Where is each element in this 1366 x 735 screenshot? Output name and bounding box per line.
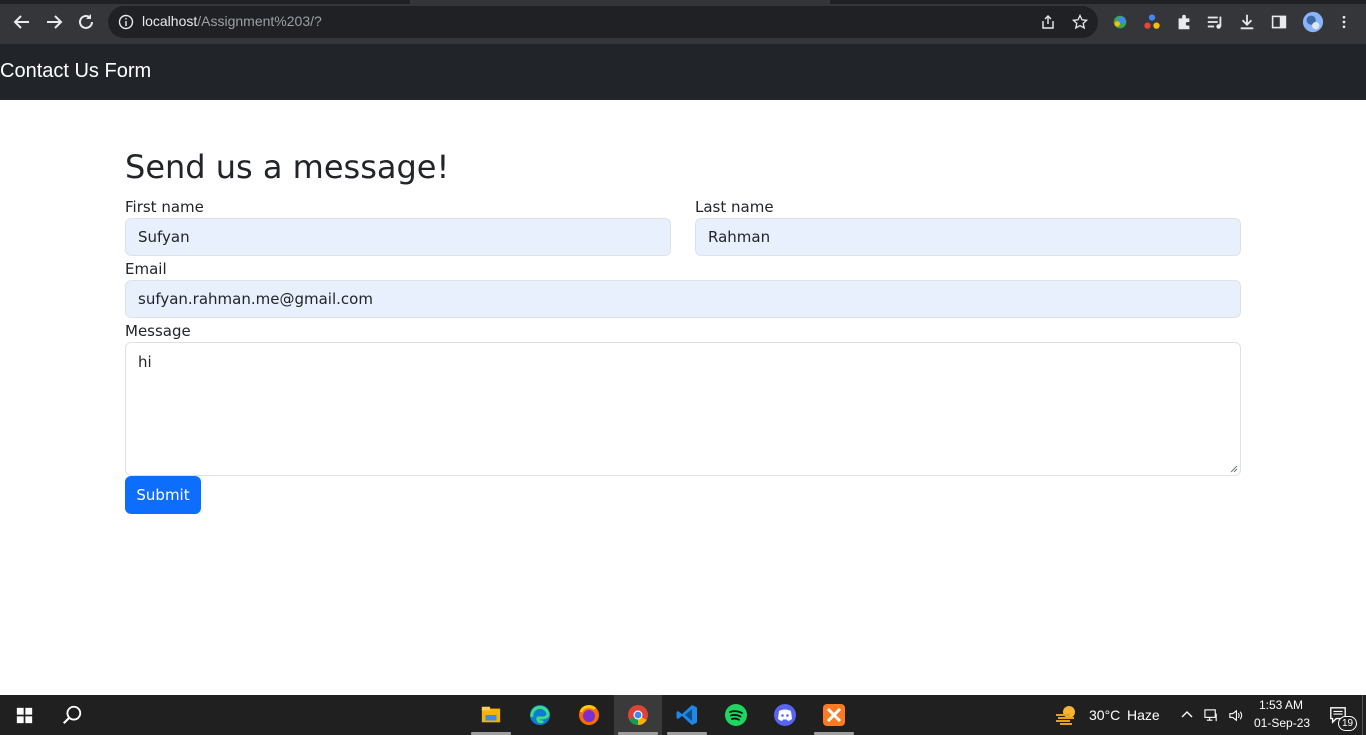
firefox-icon xyxy=(579,705,599,725)
active-tab[interactable] xyxy=(410,0,830,4)
extension-color-icon[interactable] xyxy=(1110,12,1130,32)
clock-time[interactable]: 1:53 AM xyxy=(1259,698,1303,712)
taskbar: 30°C Haze 1:53 AM 01-Sep-23 19 xyxy=(0,695,1366,735)
chevron-up-icon xyxy=(1181,711,1193,718)
notification-center-button[interactable]: 19 xyxy=(1318,695,1358,735)
last-name-label: Last name xyxy=(695,198,774,216)
share-icon[interactable] xyxy=(1040,14,1056,30)
weather-widget-icon-wrap[interactable] xyxy=(1046,695,1086,735)
url-path: /Assignment%203/? xyxy=(197,13,322,29)
taskbar-edge[interactable] xyxy=(516,695,564,735)
profile-avatar[interactable] xyxy=(1301,10,1325,34)
navbar-brand[interactable]: Contact Us Form xyxy=(0,60,151,83)
media-queue-icon[interactable] xyxy=(1205,12,1225,32)
info-icon[interactable] xyxy=(118,14,134,30)
start-button[interactable] xyxy=(0,695,48,735)
bookmark-star-icon[interactable] xyxy=(1072,14,1088,30)
message-value: hi xyxy=(138,353,152,371)
taskbar-firefox[interactable] xyxy=(565,695,613,735)
vscode-icon xyxy=(676,705,697,725)
navbar: Contact Us Form xyxy=(0,44,1366,100)
menu-kebab-icon[interactable] xyxy=(1334,12,1354,32)
browser-toolbar: localhost/Assignment%203/? xyxy=(0,0,1366,44)
haze-icon xyxy=(1056,706,1075,725)
message-label: Message xyxy=(125,322,191,340)
show-desktop-button[interactable] xyxy=(1362,695,1366,735)
edge-icon xyxy=(530,705,550,725)
taskbar-xampp[interactable] xyxy=(810,695,858,735)
xampp-icon xyxy=(823,704,845,726)
first-name-value: Sufyan xyxy=(138,228,190,246)
last-name-value: Rahman xyxy=(708,228,771,246)
search-icon xyxy=(62,705,82,725)
chrome-icon xyxy=(628,705,648,726)
search-button[interactable] xyxy=(48,695,96,735)
taskbar-spotify[interactable] xyxy=(712,695,760,735)
submit-button[interactable]: Submit xyxy=(125,476,201,514)
extension-dots-icon[interactable] xyxy=(1142,12,1162,32)
windows-icon xyxy=(16,707,32,723)
arrow-left-icon xyxy=(13,15,29,29)
first-name-field[interactable]: Sufyan xyxy=(125,218,671,256)
resize-grip-icon[interactable] xyxy=(1230,465,1238,473)
file-explorer-icon xyxy=(481,706,501,723)
network-icon xyxy=(1203,708,1217,721)
tray-overflow-button[interactable] xyxy=(1176,695,1198,735)
speaker-icon xyxy=(1228,709,1242,721)
network-button[interactable] xyxy=(1200,695,1222,735)
arrow-right-icon xyxy=(47,15,63,29)
back-button[interactable] xyxy=(10,10,34,34)
tab-strip xyxy=(0,0,1366,4)
notification-count: 19 xyxy=(1338,716,1358,731)
email-field[interactable]: sufyan.rahman.me@gmail.com xyxy=(125,280,1241,318)
page-title: Send us a message! xyxy=(125,148,450,186)
url-text[interactable]: localhost/Assignment%203/? xyxy=(142,13,322,29)
discord-icon xyxy=(774,704,796,726)
email-value: sufyan.rahman.me@gmail.com xyxy=(138,290,373,308)
clock-date[interactable]: 01-Sep-23 xyxy=(1254,716,1310,730)
taskbar-chrome[interactable] xyxy=(614,695,662,735)
spotify-icon xyxy=(725,704,747,726)
reload-icon xyxy=(79,14,93,29)
puzzle-icon[interactable] xyxy=(1174,12,1194,32)
download-icon[interactable] xyxy=(1237,12,1257,32)
side-panel-icon[interactable] xyxy=(1269,12,1289,32)
last-name-field[interactable]: Rahman xyxy=(695,218,1241,256)
weather-desc[interactable]: Haze xyxy=(1127,707,1160,723)
address-bar[interactable]: localhost/Assignment%203/? xyxy=(108,6,1098,38)
email-label: Email xyxy=(125,260,167,278)
taskbar-vscode[interactable] xyxy=(663,695,711,735)
volume-button[interactable] xyxy=(1224,695,1246,735)
first-name-label: First name xyxy=(125,198,204,216)
taskbar-file-explorer[interactable] xyxy=(467,695,515,735)
taskbar-discord[interactable] xyxy=(761,695,809,735)
message-textarea[interactable]: hi xyxy=(125,342,1241,476)
weather-temp[interactable]: 30°C xyxy=(1089,707,1120,723)
url-host: localhost xyxy=(142,13,198,29)
forward-button[interactable] xyxy=(42,10,66,34)
reload-button[interactable] xyxy=(74,10,98,34)
